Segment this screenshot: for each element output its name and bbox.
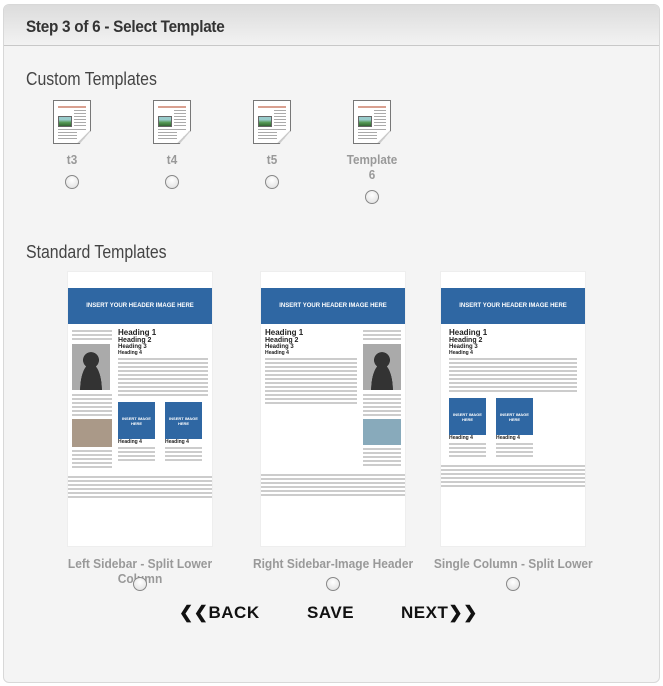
next-button[interactable]: NEXT❯❯ (401, 603, 478, 623)
label-text: Single Column - Split Lower (433, 556, 593, 571)
template-document-icon[interactable] (53, 100, 91, 144)
custom-template-label: t3 (66, 152, 78, 167)
custom-templates-title: Custom Templates (26, 69, 157, 89)
chevrons-right-icon: ❯❯ (448, 603, 478, 622)
select-template-panel: Step 3 of 6 - Select Template Custom Tem… (3, 4, 660, 683)
custom-template-3[interactable]: Template 6 (342, 100, 402, 204)
header-image-placeholder: INSERT YOUR HEADER IMAGE HERE (441, 288, 585, 324)
chevrons-left-icon: ❮❮ (179, 603, 209, 622)
custom-template-radio[interactable] (65, 175, 79, 189)
template-document-icon[interactable] (153, 100, 191, 144)
save-button[interactable]: SAVE (307, 603, 354, 623)
standard-template-label: Single Column - Split Lower (413, 556, 613, 571)
image-placeholder: INSERT IMAGE HERE (496, 398, 533, 435)
back-button[interactable]: ❮❮BACK (179, 603, 260, 623)
image-placeholder: INSERT IMAGE HERE (118, 402, 155, 439)
custom-template-label: t4 (166, 152, 178, 167)
custom-template-radio[interactable] (265, 175, 279, 189)
heading: Heading 1 (265, 328, 304, 337)
standard-template-radio[interactable] (133, 577, 147, 591)
custom-template-radio[interactable] (165, 175, 179, 189)
custom-template-2[interactable]: t5 (242, 100, 302, 189)
standard-template-label: Right Sidebar-Image Header (233, 556, 433, 571)
custom-template-label: Template 6 (346, 152, 398, 182)
page-title: Step 3 of 6 - Select Template (26, 17, 225, 36)
custom-template-0[interactable]: t3 (42, 100, 102, 189)
heading: Heading 4 (265, 350, 289, 356)
heading: Heading 2 (265, 337, 299, 344)
heading: Heading 4 (165, 439, 189, 445)
header-image-placeholder: INSERT YOUR HEADER IMAGE HERE (68, 288, 212, 324)
heading: Heading 4 (496, 435, 520, 441)
heading: Heading 4 (118, 350, 142, 356)
header-image-placeholder: INSERT YOUR HEADER IMAGE HERE (261, 288, 405, 324)
profile-photo (72, 344, 110, 390)
heading: Heading 1 (118, 328, 157, 337)
label-text: Right Sidebar-Image Header (252, 556, 414, 571)
heading: Heading 2 (449, 337, 483, 344)
template-document-icon[interactable] (253, 100, 291, 144)
custom-template-label: t5 (266, 152, 278, 167)
heading: Heading 1 (449, 328, 488, 337)
custom-template-1[interactable]: t4 (142, 100, 202, 189)
heading: Heading 4 (449, 350, 473, 356)
standard-template-radio[interactable] (326, 577, 340, 591)
heading: Heading 2 (118, 337, 152, 344)
standard-template-radio[interactable] (506, 577, 520, 591)
heading: Heading 4 (449, 435, 473, 441)
image-placeholder: INSERT IMAGE HERE (165, 402, 202, 439)
heading: Heading 4 (118, 439, 142, 445)
template-document-icon[interactable] (353, 100, 391, 144)
standard-template-preview[interactable]: INSERT YOUR HEADER IMAGE HERE Heading 1 He… (440, 271, 586, 547)
standard-templates-title: Standard Templates (26, 242, 167, 262)
step-header: Step 3 of 6 - Select Template (4, 5, 659, 46)
custom-template-radio[interactable] (365, 190, 379, 204)
image-placeholder: INSERT IMAGE HERE (449, 398, 486, 435)
profile-photo (363, 344, 401, 390)
standard-template-preview[interactable]: INSERT YOUR HEADER IMAGE HERE Heading 1 He… (67, 271, 213, 547)
standard-template-preview[interactable]: INSERT YOUR HEADER IMAGE HERE Heading 1 He… (260, 271, 406, 547)
